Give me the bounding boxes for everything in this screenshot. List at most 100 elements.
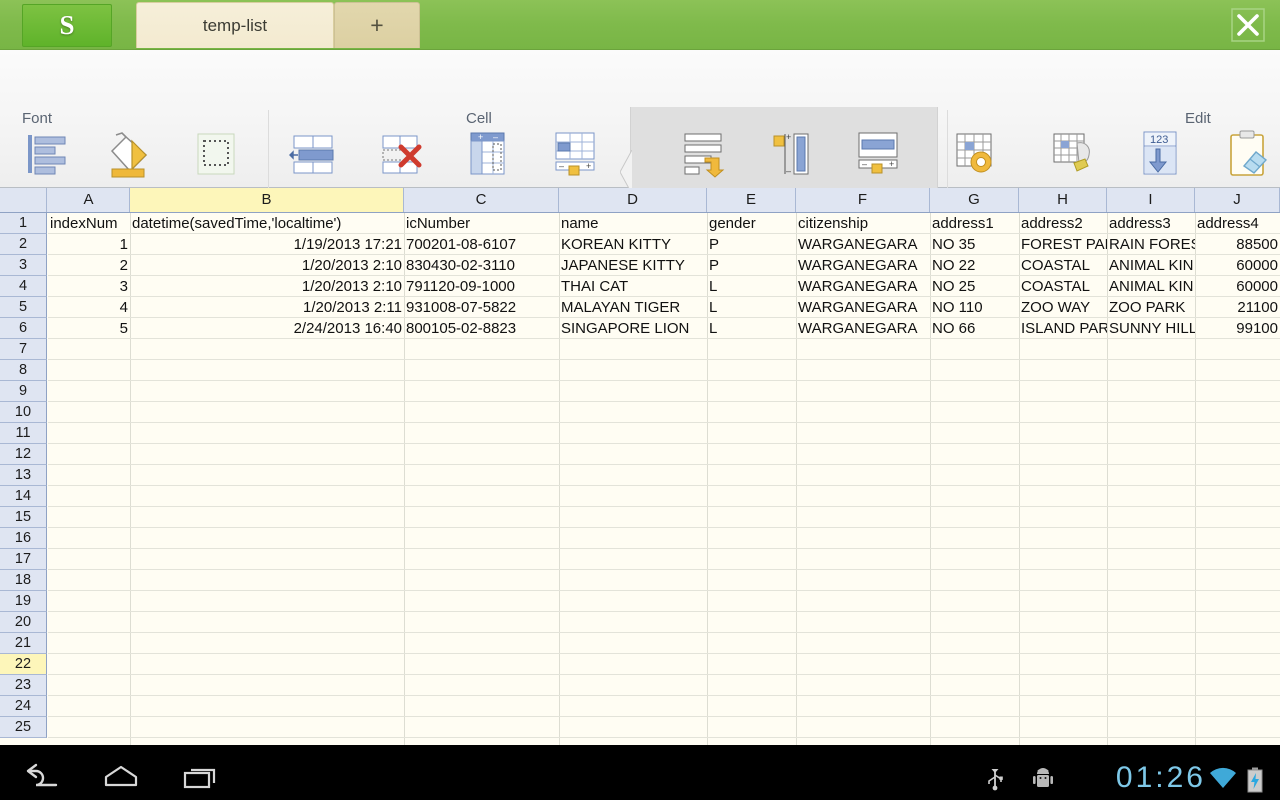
grid-row[interactable] (48, 360, 1280, 381)
row-header-22[interactable]: 22 (0, 654, 47, 675)
grid-row[interactable] (48, 423, 1280, 444)
cell-D1[interactable]: name (559, 214, 707, 234)
cell-J3[interactable]: 60000 (1195, 256, 1280, 276)
cell-J6[interactable]: 99100 (1195, 319, 1280, 339)
cell-F4[interactable]: WARGANEGARA (796, 277, 930, 297)
grid-row[interactable] (48, 381, 1280, 402)
row-header-10[interactable]: 10 (0, 402, 47, 423)
cell-A4[interactable]: 3 (48, 277, 130, 297)
cell-D5[interactable]: MALAYAN TIGER (559, 298, 707, 318)
row-header-6[interactable]: 6 (0, 318, 47, 339)
row-header-12[interactable]: 12 (0, 444, 47, 465)
cell-B3[interactable]: 1/20/2013 2:10 (130, 256, 404, 276)
cell-C3[interactable]: 830430-02-3110 (404, 256, 559, 276)
grid-row[interactable] (48, 591, 1280, 612)
cell-J2[interactable]: 88500 (1195, 235, 1280, 255)
cell-G5[interactable]: NO 110 (930, 298, 1019, 318)
cell-I2[interactable]: RAIN FOREST (1107, 235, 1195, 255)
cell-E2[interactable]: P (707, 235, 796, 255)
cell-F1[interactable]: citizenship (796, 214, 930, 234)
cell-E4[interactable]: L (707, 277, 796, 297)
grid-row[interactable] (48, 402, 1280, 423)
back-icon[interactable] (20, 763, 62, 798)
grid-row[interactable] (48, 507, 1280, 528)
cell-I4[interactable]: ANIMAL KIN (1107, 277, 1195, 297)
column-header-F[interactable]: F (796, 188, 930, 212)
grid-row[interactable] (48, 675, 1280, 696)
add-tab-button[interactable]: + (334, 2, 420, 48)
app-logo[interactable]: S (22, 4, 112, 47)
cell-H1[interactable]: address2 (1019, 214, 1107, 234)
grid-row[interactable] (48, 486, 1280, 507)
cell-E5[interactable]: L (707, 298, 796, 318)
close-icon[interactable] (1230, 7, 1266, 43)
cell-J1[interactable]: address4 (1195, 214, 1280, 234)
grid-row[interactable] (48, 528, 1280, 549)
select-all-corner[interactable] (0, 188, 47, 212)
cell-I3[interactable]: ANIMAL KIN (1107, 256, 1195, 276)
cell-H2[interactable]: FOREST PARK (1019, 235, 1107, 255)
cell-B4[interactable]: 1/20/2013 2:10 (130, 277, 404, 297)
grid-row[interactable] (48, 339, 1280, 360)
row-header-14[interactable]: 14 (0, 486, 47, 507)
column-header-I[interactable]: I (1107, 188, 1195, 212)
recents-icon[interactable] (180, 763, 222, 798)
grid-row[interactable] (48, 654, 1280, 675)
tab-temp-list[interactable]: temp-list (136, 2, 334, 48)
column-header-G[interactable]: G (930, 188, 1019, 212)
grid-row[interactable] (48, 717, 1280, 738)
cell-C6[interactable]: 800105-02-8823 (404, 319, 559, 339)
cell-B2[interactable]: 1/19/2013 17:21 (130, 235, 404, 255)
row-header-20[interactable]: 20 (0, 612, 47, 633)
cell-F5[interactable]: WARGANEGARA (796, 298, 930, 318)
row-header-4[interactable]: 4 (0, 276, 47, 297)
cell-H5[interactable]: ZOO WAY (1019, 298, 1107, 318)
column-header-H[interactable]: H (1019, 188, 1107, 212)
cell-C4[interactable]: 791120-09-1000 (404, 277, 559, 297)
cell-E3[interactable]: P (707, 256, 796, 276)
cell-E1[interactable]: gender (707, 214, 796, 234)
home-icon[interactable] (100, 763, 142, 798)
row-header-16[interactable]: 16 (0, 528, 47, 549)
grid-row[interactable] (48, 696, 1280, 717)
cell-G3[interactable]: NO 22 (930, 256, 1019, 276)
row-header-8[interactable]: 8 (0, 360, 47, 381)
cell-F2[interactable]: WARGANEGARA (796, 235, 930, 255)
column-header-E[interactable]: E (707, 188, 796, 212)
cell-D2[interactable]: KOREAN KITTY (559, 235, 707, 255)
cell-D4[interactable]: THAI CAT (559, 277, 707, 297)
row-header-23[interactable]: 23 (0, 675, 47, 696)
cell-I6[interactable]: SUNNY HILL (1107, 319, 1195, 339)
cell-H6[interactable]: ISLAND PARK (1019, 319, 1107, 339)
cell-F3[interactable]: WARGANEGARA (796, 256, 930, 276)
column-header-J[interactable]: J (1195, 188, 1280, 212)
row-header-17[interactable]: 17 (0, 549, 47, 570)
cell-A3[interactable]: 2 (48, 256, 130, 276)
cell-B6[interactable]: 2/24/2013 16:40 (130, 319, 404, 339)
cell-G1[interactable]: address1 (930, 214, 1019, 234)
spreadsheet-grid[interactable]: 1 2 3 4 5 6 7 8 9 10 11 12 13 14 15 16 17 18 19 20 21 22 23 24 2… (0, 188, 1280, 745)
row-header-7[interactable]: 7 (0, 339, 47, 360)
cell-B5[interactable]: 1/20/2013 2:11 (130, 298, 404, 318)
cell-D6[interactable]: SINGAPORE LION (559, 319, 707, 339)
cell-G2[interactable]: NO 35 (930, 235, 1019, 255)
cell-C1[interactable]: icNumber (404, 214, 559, 234)
cell-J4[interactable]: 60000 (1195, 277, 1280, 297)
row-header-1[interactable]: 1 (0, 213, 47, 234)
cell-J5[interactable]: 21100 (1195, 298, 1280, 318)
row-header-25[interactable]: 25 (0, 717, 47, 738)
row-header-11[interactable]: 11 (0, 423, 47, 444)
row-header-5[interactable]: 5 (0, 297, 47, 318)
column-header-B[interactable]: B (130, 188, 404, 212)
grid-row[interactable] (48, 633, 1280, 654)
cell-I5[interactable]: ZOO PARK (1107, 298, 1195, 318)
cell-A2[interactable]: 1 (48, 235, 130, 255)
grid-row[interactable] (48, 549, 1280, 570)
cell-H4[interactable]: COASTAL (1019, 277, 1107, 297)
row-header-19[interactable]: 19 (0, 591, 47, 612)
grid-row[interactable] (48, 444, 1280, 465)
cell-G6[interactable]: NO 66 (930, 319, 1019, 339)
column-header-D[interactable]: D (559, 188, 707, 212)
cell-G4[interactable]: NO 25 (930, 277, 1019, 297)
grid-row[interactable] (48, 465, 1280, 486)
